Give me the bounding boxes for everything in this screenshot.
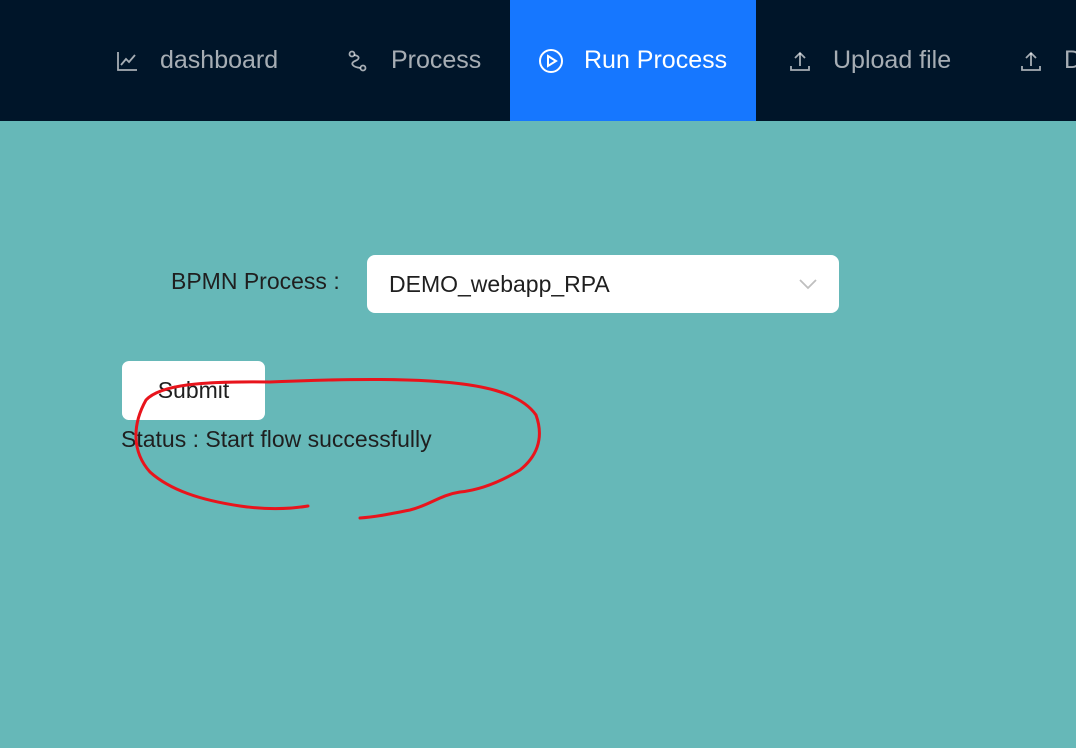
nav-item-run-process[interactable]: Run Process xyxy=(510,0,756,121)
line-chart-icon xyxy=(114,48,140,74)
nav-item-label: Process xyxy=(391,46,482,74)
top-navigation: dashboard Process Run Process Upload fil… xyxy=(0,0,1076,121)
selected-process-value: DEMO_webapp_RPA xyxy=(389,270,610,297)
upload-icon xyxy=(787,48,813,74)
chevron-down-icon xyxy=(797,273,819,295)
upload-icon xyxy=(1018,48,1044,74)
nav-item-dashboard[interactable]: dashboard xyxy=(114,0,278,121)
branches-icon xyxy=(345,48,371,74)
nav-item-process[interactable]: Process xyxy=(345,0,481,121)
status-message: Status : Start flow successfully xyxy=(121,426,432,452)
bpmn-process-label: BPMN Process : xyxy=(171,268,340,294)
nav-item-label: Upload file xyxy=(833,46,952,74)
play-circle-icon xyxy=(538,48,564,74)
nav-item-truncated[interactable]: D xyxy=(1018,0,1076,121)
nav-item-label: Run Process xyxy=(584,46,728,74)
nav-item-upload-file[interactable]: Upload file xyxy=(787,0,951,121)
nav-item-label: dashboard xyxy=(160,46,279,74)
nav-item-label: D xyxy=(1064,46,1076,74)
submit-button[interactable]: Submit xyxy=(122,361,265,420)
bpmn-process-select[interactable]: DEMO_webapp_RPA xyxy=(367,255,839,313)
